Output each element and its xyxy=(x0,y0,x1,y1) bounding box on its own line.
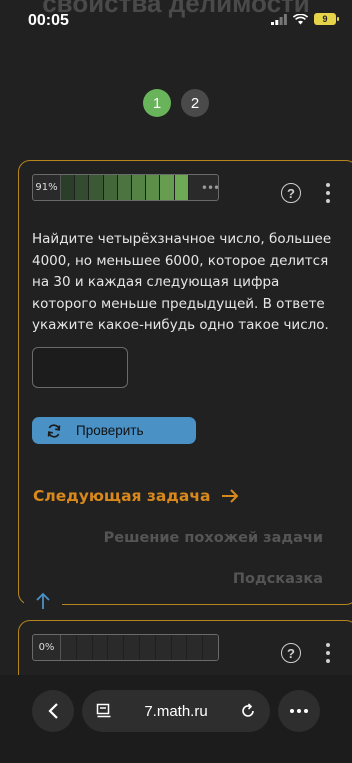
progress-bar-2: 0% xyxy=(32,634,219,661)
hint-link[interactable]: Подсказка xyxy=(233,571,323,587)
wifi-icon xyxy=(293,13,308,24)
progress-bar: 91% ••• xyxy=(32,174,219,201)
progress-segment xyxy=(174,175,189,200)
page-1-button[interactable]: 1 xyxy=(143,89,171,117)
back-button[interactable] xyxy=(32,690,74,732)
progress-label-2: 0% xyxy=(33,635,61,660)
problem-text: Найдите четырёхзначное число, большее 40… xyxy=(32,231,332,333)
progress-segment xyxy=(92,635,109,660)
progress-segment xyxy=(155,635,172,660)
progress-segment xyxy=(124,635,140,660)
progress-segment xyxy=(160,175,175,200)
progress-label: 91% xyxy=(33,175,61,200)
task-pagination: 1 2 xyxy=(0,89,352,117)
address-bar[interactable]: 7.math.ru xyxy=(82,690,270,732)
check-button[interactable]: Проверить xyxy=(32,417,196,444)
browser-toolbar: 7.math.ru xyxy=(0,675,352,763)
progress-segment xyxy=(61,175,76,200)
help-icon[interactable]: ? xyxy=(281,183,301,203)
more-icon xyxy=(290,709,308,713)
progress-segment xyxy=(146,175,161,200)
progress-segment xyxy=(76,635,93,660)
chevron-left-icon xyxy=(48,703,58,719)
progress-segment xyxy=(171,635,188,660)
kebab-icon-2[interactable] xyxy=(325,643,331,663)
progress-more-icon: ••• xyxy=(200,180,219,195)
progress-segment xyxy=(75,175,90,200)
arrow-right-icon xyxy=(222,489,239,503)
kebab-icon[interactable] xyxy=(325,183,331,203)
progress-segment xyxy=(132,175,147,200)
progress-segments-2 xyxy=(61,635,218,660)
arrow-up-icon xyxy=(36,592,50,609)
check-button-label: Проверить xyxy=(76,423,144,438)
task-card: 91% ••• ? Найдите четырёхзначное число, … xyxy=(18,160,352,605)
page-2-button[interactable]: 2 xyxy=(181,89,209,117)
scroll-up-button[interactable] xyxy=(24,586,62,616)
progress-segment xyxy=(117,175,133,200)
progress-segment xyxy=(61,635,77,660)
progress-segments xyxy=(61,175,203,200)
status-icons: 9 xyxy=(271,13,339,25)
next-task-label: Следующая задача xyxy=(33,487,211,505)
status-time: 00:05 xyxy=(28,12,69,29)
signal-icon xyxy=(271,13,287,25)
more-button[interactable] xyxy=(278,690,320,732)
url-text: 7.math.ru xyxy=(144,702,208,720)
progress-segment xyxy=(187,635,204,660)
progress-segment xyxy=(203,635,218,660)
refresh-icon xyxy=(46,423,62,439)
status-bar: свойства делимости 00:05 9 xyxy=(0,0,352,40)
answer-input[interactable] xyxy=(32,347,128,388)
progress-segment xyxy=(108,635,125,660)
battery-icon: 9 xyxy=(314,13,339,25)
help-icon-2[interactable]: ? xyxy=(281,643,301,663)
progress-segment xyxy=(139,635,156,660)
next-task-link[interactable]: Следующая задача xyxy=(33,487,240,505)
reload-icon[interactable] xyxy=(240,703,256,719)
progress-segment xyxy=(103,175,118,200)
progress-segment xyxy=(89,175,104,200)
similar-solution-link[interactable]: Решение похожей задачи xyxy=(104,530,323,546)
reader-icon[interactable] xyxy=(96,703,112,719)
